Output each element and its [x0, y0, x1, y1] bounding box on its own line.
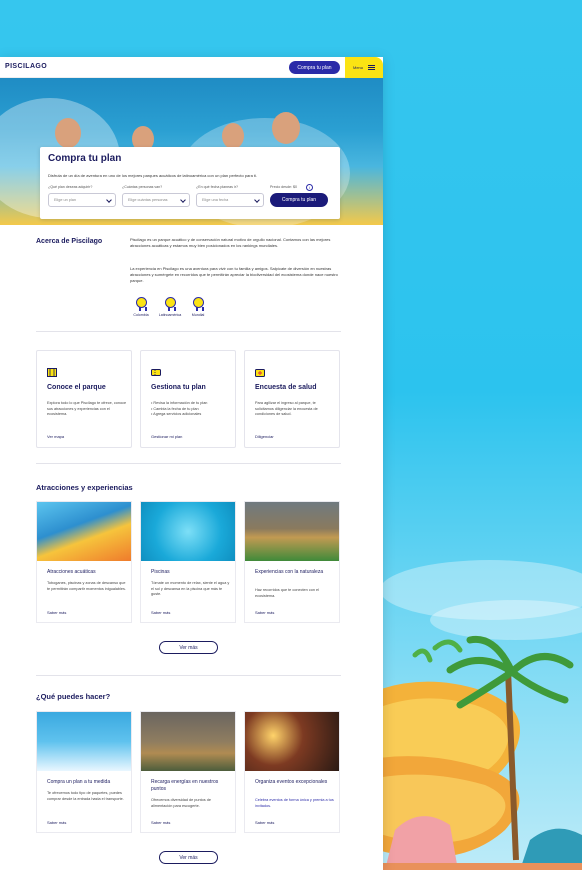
- activity-card[interactable]: Recarga energías en nuestros puntos Ofre…: [140, 711, 236, 833]
- section-divider: [36, 331, 341, 332]
- attraction-card-title: Atracciones acuáticas: [47, 569, 96, 575]
- learn-more-link[interactable]: Saber más: [151, 820, 170, 825]
- info-card-title: Conoce el parque: [47, 384, 106, 391]
- info-card-park: Conoce el parque Explora todo lo que Pis…: [36, 350, 132, 448]
- attraction-image: [245, 502, 339, 561]
- chevron-down-icon: [106, 197, 112, 203]
- award-label: Mundial: [191, 313, 205, 317]
- award-badge: Latinoamérica: [155, 297, 185, 317]
- ticket-icon: [151, 369, 161, 376]
- learn-more-link[interactable]: Saber más: [255, 610, 274, 615]
- info-card-description: Para agilizar el ingreso al parque, te s…: [255, 401, 318, 416]
- manage-plan-link[interactable]: Gestionar mi plan: [151, 434, 182, 439]
- people-field-label: ¿Cuántas personas van?: [122, 185, 163, 189]
- hero-person: [272, 112, 300, 144]
- attraction-card-title: Piscinas: [151, 569, 170, 575]
- plan-field-label: ¿Qué plan deseas adquirir?: [48, 185, 93, 189]
- hero-person: [222, 123, 244, 149]
- price-label: Precio desde: $0: [270, 185, 297, 189]
- activity-image: [245, 712, 339, 771]
- info-icon[interactable]: i: [306, 184, 313, 191]
- medal-icon: [192, 297, 204, 311]
- activity-card-description: Celebra eventos de forma única y premia …: [255, 798, 334, 808]
- website-page: PISCILAGO Compra tu plan Menu Compra tu …: [0, 57, 383, 870]
- date-select-placeholder: Elige una fecha: [202, 198, 229, 202]
- plan-select-placeholder: Elige un plan: [54, 198, 76, 202]
- buy-plan-button[interactable]: Compra tu plan: [270, 193, 328, 207]
- info-card-description: Explora todo lo que Piscilago te ofrece,…: [47, 401, 127, 416]
- top-navbar: PISCILAGO Compra tu plan Menu: [0, 57, 383, 78]
- brand-logo[interactable]: PISCILAGO: [5, 63, 47, 70]
- buy-plan-nav-button[interactable]: Compra tu plan: [289, 61, 340, 74]
- about-paragraph: Piscilago es un parque acuático y de con…: [130, 237, 331, 248]
- medal-icon: [135, 297, 147, 311]
- learn-more-link[interactable]: Saber más: [151, 610, 170, 615]
- section-divider: [36, 675, 341, 676]
- info-card-plan: Gestiona tu plan • Revisa la información…: [140, 350, 236, 448]
- info-card-health: Encuesta de salud Para agilizar el ingre…: [244, 350, 340, 448]
- award-badge: Colombia: [126, 297, 156, 317]
- attractions-title: Atracciones y experiencias: [36, 483, 133, 492]
- date-select[interactable]: Elige una fecha: [196, 193, 264, 207]
- buy-plan-panel: Compra tu plan Disfruta de un día de ave…: [40, 147, 340, 219]
- see-more-activities-button[interactable]: Ver más: [159, 851, 218, 864]
- activity-image: [37, 712, 131, 771]
- hero-person: [55, 118, 81, 148]
- about-title: Acerca de Piscilago: [36, 238, 103, 245]
- health-icon: [255, 369, 265, 377]
- medal-icon: [164, 297, 176, 311]
- info-card-title: Encuesta de salud: [255, 384, 317, 391]
- activity-card[interactable]: Compra un plan a tu medida Te ofrecemos …: [36, 711, 132, 833]
- view-map-link[interactable]: Ver mapa: [47, 434, 64, 439]
- people-select[interactable]: Elige cuántas personas: [122, 193, 190, 207]
- buy-plan-title: Compra tu plan: [48, 153, 122, 164]
- info-card-title: Gestiona tu plan: [151, 384, 206, 391]
- date-field-label: ¿En qué fecha planeas ir?: [196, 185, 238, 189]
- things-to-do-title: ¿Qué puedes hacer?: [36, 692, 111, 701]
- activity-card[interactable]: Organiza eventos excepcionales Celebra e…: [244, 711, 340, 833]
- plan-select[interactable]: Elige un plan: [48, 193, 116, 207]
- attraction-card[interactable]: Atracciones acuáticas Toboganes, piscina…: [36, 501, 132, 623]
- learn-more-link[interactable]: Saber más: [255, 820, 274, 825]
- menu-label: Menu: [352, 65, 363, 70]
- chevron-down-icon: [180, 197, 186, 203]
- activity-card-title: Compra un plan a tu medida: [47, 779, 111, 785]
- award-label: Colombia: [133, 313, 149, 317]
- attraction-image: [141, 502, 235, 561]
- attraction-card[interactable]: Piscinas Tómate un momento de relax, sie…: [140, 501, 236, 623]
- attraction-card[interactable]: Experiencias con la naturaleza Haz recor…: [244, 501, 340, 623]
- attraction-image: [37, 502, 131, 561]
- people-select-placeholder: Elige cuántas personas: [128, 198, 168, 202]
- activity-card-title: Organiza eventos excepcionales: [255, 779, 328, 785]
- hamburger-icon: [368, 65, 375, 70]
- attraction-card-description: Toboganes, piscinas y zonas de descanso …: [47, 581, 126, 591]
- activity-card-title: Recarga energías en nuestros puntos: [151, 779, 219, 792]
- activity-card-description: Te ofrecemos todo tipo de paquetes, pued…: [47, 791, 124, 801]
- info-card-description: • Revisa la información de tu plan • Cam…: [151, 401, 208, 416]
- attraction-card-description: Haz recorridos que te conecten con el ec…: [255, 588, 319, 598]
- section-divider: [36, 463, 341, 464]
- chevron-down-icon: [254, 197, 260, 203]
- menu-button[interactable]: Menu: [345, 57, 383, 78]
- attraction-card-title: Experiencias con la naturaleza: [255, 569, 324, 575]
- fill-survey-link[interactable]: Diligenciar: [255, 434, 274, 439]
- buy-plan-description: Disfruta de un día de aventura en uno de…: [48, 173, 258, 178]
- learn-more-link[interactable]: Saber más: [47, 820, 66, 825]
- award-label: Latinoamérica: [158, 313, 182, 317]
- activity-image: [141, 712, 235, 771]
- award-badge: Mundial: [183, 297, 213, 317]
- attraction-card-description: Tómate un momento de relax, siente el ag…: [151, 581, 230, 596]
- activity-card-description: Ofrecemos diversidad de puntos de alimen…: [151, 798, 211, 808]
- about-paragraph: La experiencia en Piscilago es una avent…: [130, 266, 338, 283]
- learn-more-link[interactable]: Saber más: [47, 610, 66, 615]
- map-icon: [47, 368, 57, 377]
- see-more-attractions-button[interactable]: Ver más: [159, 641, 218, 654]
